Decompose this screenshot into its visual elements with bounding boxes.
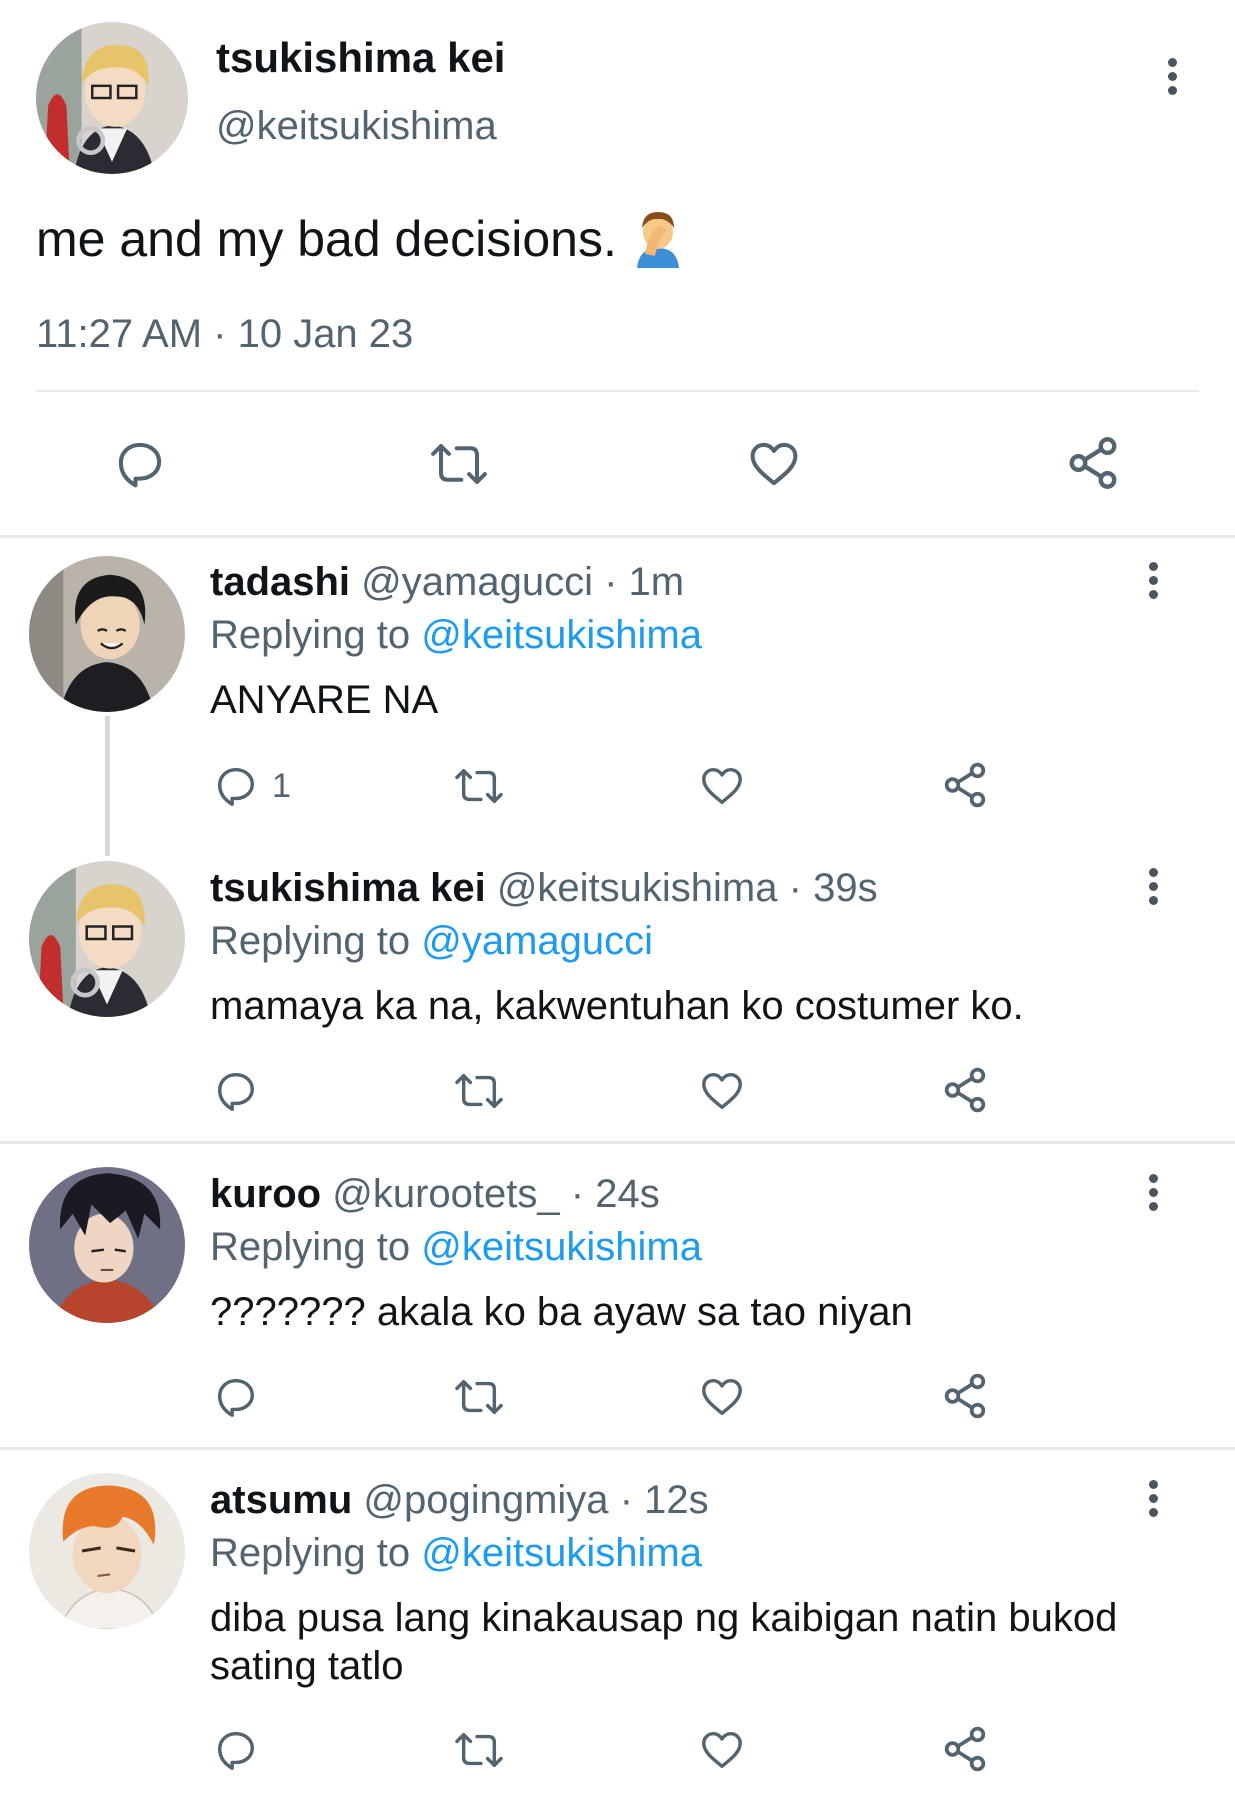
retweet-icon[interactable]	[426, 437, 492, 491]
avatar-tsukishima[interactable]	[29, 861, 185, 1017]
replying-to-label: Replying to	[210, 613, 411, 657]
reply-author-name[interactable]: kuroo	[210, 1172, 321, 1216]
retweet-icon[interactable]	[451, 1727, 507, 1773]
reply-header: atsumu @pogingmiya · 12s	[210, 1478, 709, 1523]
reply-count: 1	[272, 767, 291, 805]
share-icon[interactable]	[940, 1724, 990, 1774]
section-divider	[0, 1447, 1235, 1450]
reply-author-name[interactable]: atsumu	[210, 1478, 352, 1522]
reply-icon[interactable]	[112, 437, 168, 491]
reply-time[interactable]: 24s	[595, 1172, 660, 1216]
reply-text: diba pusa lang kinakausap ng kaibigan na…	[210, 1596, 1118, 1688]
reply-header: tsukishima kei @keitsukishima · 39s	[210, 866, 878, 911]
reply-author-handle[interactable]: @kurootets_	[332, 1172, 559, 1216]
reply-icon[interactable]	[212, 1727, 260, 1773]
main-tweet-text: me and my bad decisions.	[36, 211, 617, 267]
share-icon[interactable]	[940, 1371, 990, 1421]
reply-author-name[interactable]: tsukishima kei	[210, 866, 486, 910]
reply-icon[interactable]	[212, 763, 260, 809]
replying-to-link[interactable]: @keitsukishima	[421, 1531, 702, 1575]
replying-to-label: Replying to	[210, 919, 411, 963]
replying-to-line: Replying to @keitsukishima	[210, 1531, 702, 1576]
retweet-icon[interactable]	[451, 1068, 507, 1114]
avatar-atsumu[interactable]	[29, 1473, 185, 1629]
share-icon[interactable]	[940, 1065, 990, 1115]
like-icon[interactable]	[698, 1727, 746, 1773]
thread-connector-line	[105, 716, 110, 856]
share-icon[interactable]	[940, 760, 990, 810]
separator-dot: ·	[604, 560, 618, 604]
replying-to-line: Replying to @yamagucci	[210, 919, 653, 964]
reply-author-name[interactable]: tadashi	[210, 560, 350, 604]
facepalm-emoji-icon	[631, 208, 685, 280]
replying-to-link[interactable]: @yamagucci	[421, 919, 653, 963]
more-options-icon[interactable]	[1147, 562, 1159, 602]
replying-to-label: Replying to	[210, 1531, 411, 1575]
share-icon[interactable]	[1064, 434, 1122, 492]
separator-dot: ·	[788, 866, 802, 910]
main-tweet-timestamp: 11:27 AM · 10 Jan 23	[36, 312, 414, 356]
main-tweet-text-line: me and my bad decisions.	[36, 208, 685, 280]
reply-time[interactable]: 1m	[629, 560, 685, 604]
main-tweet-author-name[interactable]: tsukishima kei	[216, 34, 505, 82]
reply-text: ANYARE NA	[210, 678, 439, 722]
like-icon[interactable]	[698, 1374, 746, 1420]
section-divider	[0, 535, 1235, 538]
replying-to-link[interactable]: @keitsukishima	[421, 613, 702, 657]
reply-author-handle[interactable]: @keitsukishima	[497, 866, 778, 910]
reply-header: tadashi @yamagucci · 1m	[210, 560, 684, 605]
like-icon[interactable]	[698, 763, 746, 809]
reply-icon[interactable]	[212, 1068, 260, 1114]
replying-to-line: Replying to @keitsukishima	[210, 1225, 702, 1270]
reply-time[interactable]: 12s	[644, 1478, 709, 1522]
separator-dot: ·	[570, 1172, 585, 1216]
more-options-icon[interactable]	[1166, 58, 1178, 98]
more-options-icon[interactable]	[1147, 1480, 1159, 1520]
reply-time[interactable]: 39s	[813, 866, 878, 910]
like-icon[interactable]	[698, 1068, 746, 1114]
replying-to-label: Replying to	[210, 1225, 411, 1269]
reply-icon[interactable]	[212, 1374, 260, 1420]
main-tweet-divider	[36, 390, 1199, 392]
retweet-icon[interactable]	[451, 1374, 507, 1420]
reply-author-handle[interactable]: @yamagucci	[361, 560, 593, 604]
retweet-icon[interactable]	[451, 763, 507, 809]
reply-text: ??????? akala ko ba ayaw sa tao niyan	[210, 1290, 913, 1334]
avatar-kuroo[interactable]	[29, 1167, 185, 1323]
reply-header: kuroo @kurootets_ · 24s	[210, 1172, 660, 1217]
avatar-tadashi[interactable]	[29, 556, 185, 712]
reply-author-handle[interactable]: @pogingmiya	[363, 1478, 608, 1522]
like-icon[interactable]	[745, 437, 803, 491]
replying-to-link[interactable]: @keitsukishima	[421, 1225, 702, 1269]
more-options-icon[interactable]	[1147, 868, 1159, 908]
reply-text: mamaya ka na, kakwentuhan ko costumer ko…	[210, 984, 1024, 1028]
avatar-tsukishima[interactable]	[36, 22, 188, 174]
separator-dot: ·	[619, 1478, 634, 1522]
main-tweet-author-handle[interactable]: @keitsukishima	[216, 104, 497, 149]
replying-to-line: Replying to @keitsukishima	[210, 613, 702, 658]
section-divider	[0, 1141, 1235, 1144]
more-options-icon[interactable]	[1147, 1174, 1159, 1214]
